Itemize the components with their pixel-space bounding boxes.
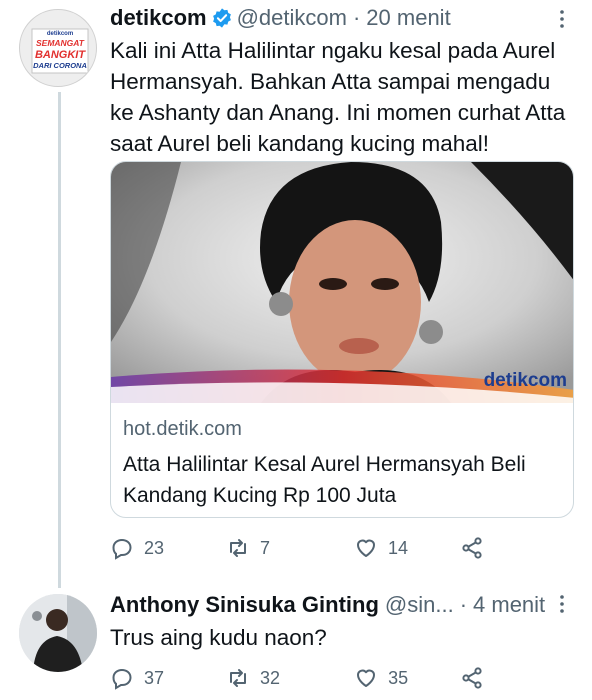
- tweet-detikcom[interactable]: detikcom SEMANGAT BANGKIT DARI CORONA de…: [0, 0, 592, 590]
- card-image-logo: detikcom: [483, 370, 567, 391]
- tweet-actions: 23 7 14: [110, 536, 494, 560]
- reply-button[interactable]: 23: [110, 536, 164, 560]
- share-button[interactable]: [460, 536, 494, 560]
- avatar-line3: DARI CORONA: [33, 61, 87, 70]
- tweet-header: detikcom @detikcom · 20 menit: [110, 5, 451, 31]
- card-meta: hot.detik.com Atta Halilintar Kesal Aure…: [123, 418, 563, 511]
- more-options-icon[interactable]: [557, 9, 567, 29]
- reply-icon: [112, 538, 132, 560]
- link-card[interactable]: detikcom hot.detik.com Atta Halilintar K…: [110, 161, 574, 518]
- tweet-text: Trus aing kudu naon?: [110, 625, 327, 650]
- like-button[interactable]: 35: [354, 666, 408, 690]
- username-handle[interactable]: @sin...: [385, 592, 454, 618]
- reply-count: 37: [144, 667, 165, 688]
- user-avatar-icon: [19, 594, 97, 672]
- retweet-icon: [230, 539, 247, 557]
- card-image[interactable]: detikcom: [111, 162, 573, 403]
- reply-button[interactable]: 37: [110, 666, 164, 690]
- avatar-line2: BANGKIT: [35, 49, 86, 61]
- retweet-button[interactable]: 32: [226, 666, 280, 690]
- avatar-anthony[interactable]: [19, 594, 97, 672]
- retweet-count: 7: [260, 537, 271, 558]
- display-name[interactable]: Anthony Sinisuka Ginting: [110, 592, 379, 618]
- timestamp[interactable]: 4 menit: [473, 592, 545, 618]
- tweet-actions: 37 32 35: [110, 666, 494, 690]
- more-options-icon[interactable]: [557, 594, 567, 614]
- reply-count: 23: [144, 537, 165, 558]
- timestamp[interactable]: 20 menit: [366, 5, 450, 31]
- username-handle[interactable]: @detikcom: [237, 5, 347, 31]
- heart-icon: [357, 539, 376, 557]
- thread-line: [58, 92, 61, 588]
- retweet-count: 32: [260, 667, 281, 688]
- share-icon: [462, 537, 482, 559]
- share-button[interactable]: [460, 666, 494, 690]
- avatar-line1: SEMANGAT: [36, 38, 85, 48]
- separator-dot: ·: [352, 5, 361, 30]
- separator-dot: ·: [459, 592, 468, 617]
- like-count: 14: [388, 537, 409, 558]
- retweet-button[interactable]: 7: [226, 536, 270, 560]
- detikcom-logo-icon: detikcom SEMANGAT BANGKIT DARI CORONA: [31, 28, 89, 74]
- share-icon: [462, 667, 482, 689]
- portrait-image-icon: [111, 162, 573, 403]
- verified-badge-icon: [212, 8, 231, 28]
- heart-icon: [357, 669, 376, 687]
- card-title[interactable]: Atta Halilintar Kesal Aurel Hermansyah B…: [123, 449, 563, 511]
- tweet-anthony[interactable]: Anthony Sinisuka Ginting @sin... · 4 men…: [0, 590, 592, 700]
- reply-icon: [112, 668, 132, 690]
- avatar-detikcom[interactable]: detikcom SEMANGAT BANGKIT DARI CORONA: [19, 9, 97, 87]
- like-count: 35: [388, 667, 409, 688]
- display-name[interactable]: detikcom: [110, 5, 207, 31]
- avatar-logo-text: detikcom: [47, 31, 73, 37]
- like-button[interactable]: 14: [354, 536, 408, 560]
- card-domain: hot.detik.com: [123, 418, 242, 440]
- tweet-header: Anthony Sinisuka Ginting @sin... · 4 men…: [110, 592, 545, 618]
- tweet-text: Kali ini Atta Halilintar ngaku kesal pad…: [110, 38, 566, 156]
- retweet-icon: [230, 669, 247, 687]
